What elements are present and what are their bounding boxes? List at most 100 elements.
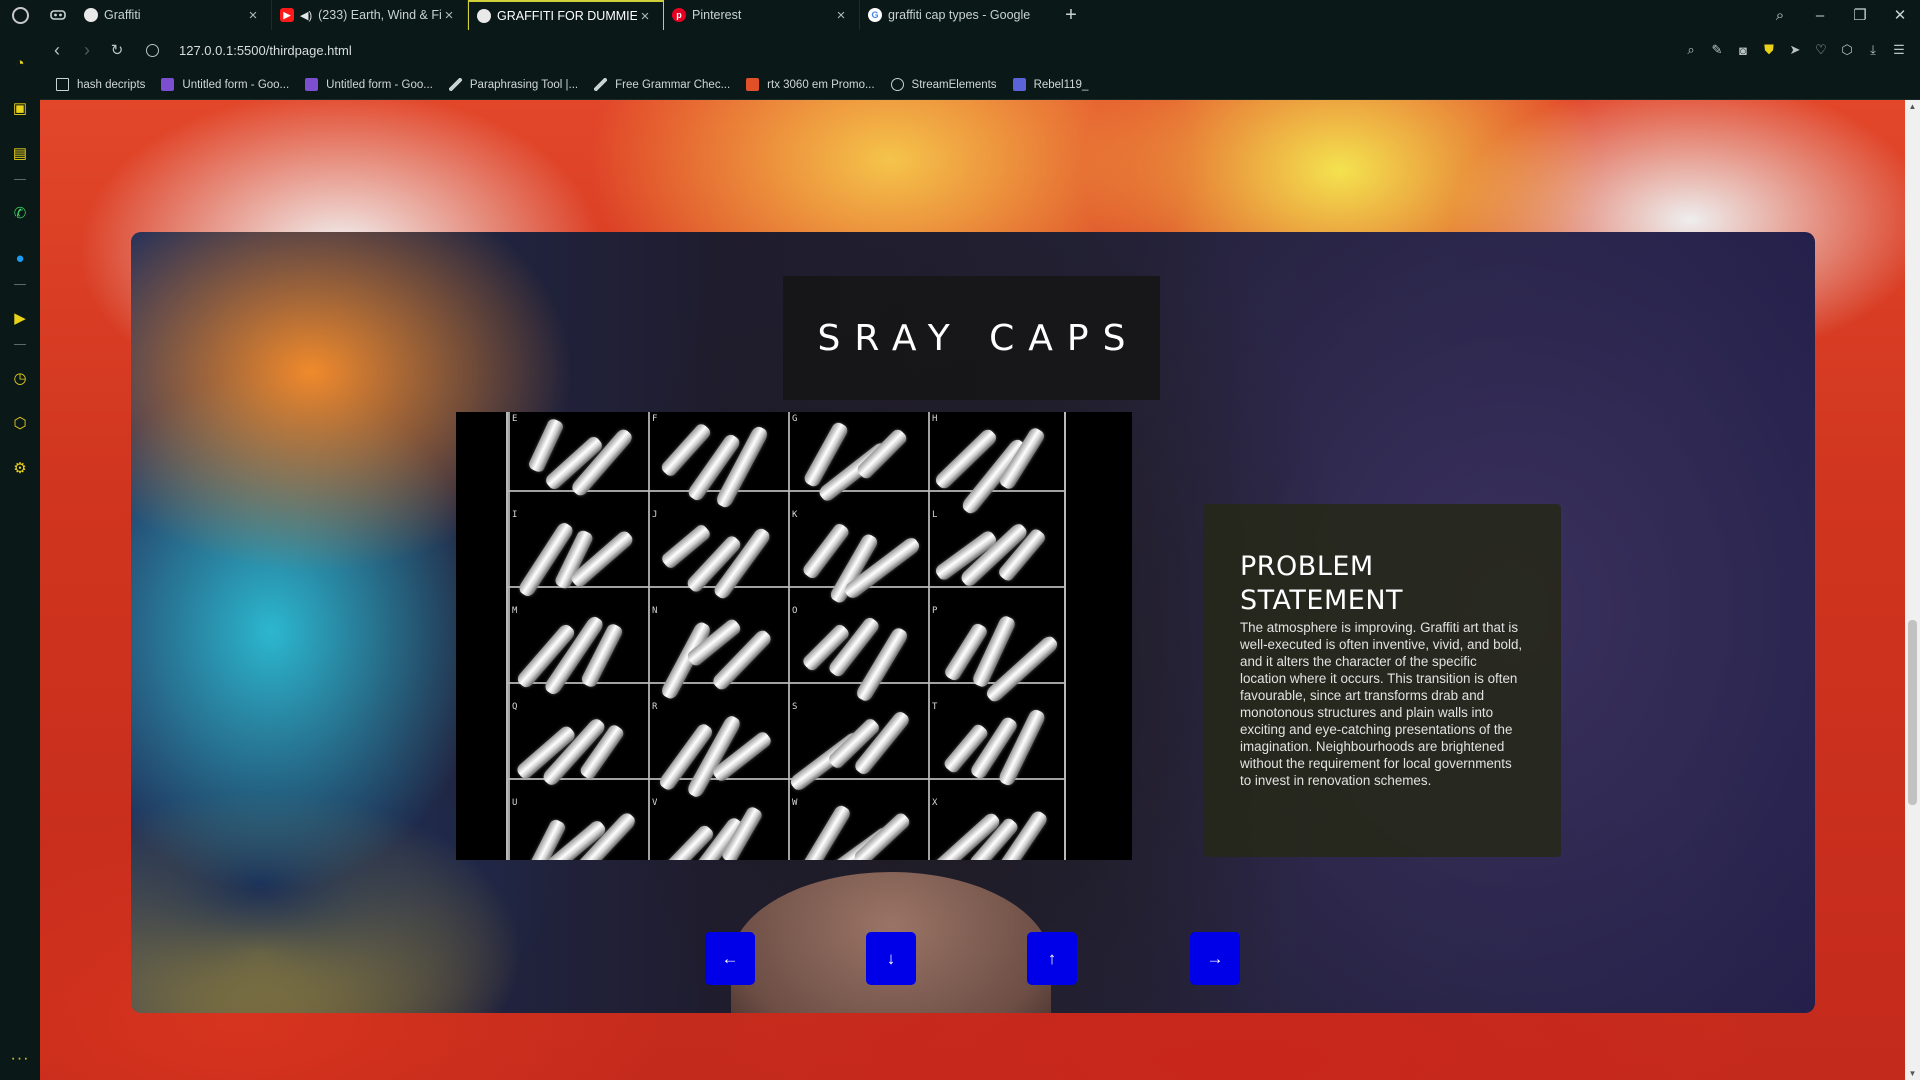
grid-cell-letter: G — [792, 414, 798, 424]
globe-icon — [84, 8, 98, 22]
url-text: 127.0.0.1:5500/thirdpage.html — [179, 42, 352, 58]
forward-icon[interactable]: › — [72, 35, 102, 65]
back-icon[interactable]: ‹ — [42, 35, 72, 65]
heart-icon[interactable]: ♡ — [1810, 39, 1832, 61]
tab-title: Graffiti — [104, 8, 141, 22]
bookmark-label: Rebel119_ — [1033, 78, 1089, 91]
tab-google[interactable]: G graffiti cap types - Google — [860, 0, 1056, 30]
window-controls: ⌕ – ❐ ✕ — [1760, 0, 1920, 30]
grid-cell-letter: E — [512, 414, 518, 424]
bookmarks-bar: hash decripts Untitled form - Goo... Unt… — [40, 70, 1920, 100]
grid-cell-letter: W — [792, 798, 798, 808]
extensions-icon[interactable]: ⬡ — [8, 411, 32, 435]
sidebar-divider — [14, 179, 26, 180]
shopping-icon[interactable]: ▣ — [8, 96, 32, 120]
camera-icon[interactable]: ◙ — [1732, 39, 1754, 61]
url-field[interactable]: 127.0.0.1:5500/thirdpage.html — [146, 43, 352, 58]
search-tabs-icon[interactable]: ⌕ — [1760, 7, 1800, 24]
close-icon[interactable]: × — [245, 7, 261, 24]
grid-cell-letter: V — [652, 798, 658, 808]
speaker-icon[interactable]: ◀) — [300, 9, 312, 22]
close-window-icon[interactable]: ✕ — [1880, 6, 1920, 24]
bookmark-hash-decripts[interactable]: hash decripts — [56, 78, 145, 91]
browser-sidebar: ◔ ▣ ▤ ✆ ● ▶ ◷ ⬡ ⚙ ··· — [0, 30, 40, 1080]
tab-bar: Graffiti × ▶ ◀) (233) Earth, Wind & Fire… — [0, 0, 1920, 30]
twitter-icon[interactable]: ● — [8, 246, 32, 270]
speed-dial-icon[interactable]: ◔ — [8, 51, 32, 75]
box-icon[interactable]: ⬡ — [1836, 39, 1858, 61]
youtube-icon: ▶ — [280, 8, 294, 22]
settings-icon[interactable]: ⚙ — [8, 456, 32, 480]
streamelements-icon — [890, 78, 904, 91]
grid-cell-letter: Q — [512, 702, 518, 712]
easy-setup-icon[interactable]: ☰ — [1888, 39, 1910, 61]
bookmark-label: rtx 3060 em Promo... — [767, 78, 875, 91]
tab-earth-wind-fire[interactable]: ▶ ◀) (233) Earth, Wind & Fire × — [272, 0, 468, 30]
grid-cell-letter: H — [932, 414, 938, 424]
bookmark-rebel119[interactable]: Rebel119_ — [1012, 78, 1089, 91]
reload-icon[interactable]: ↻ — [102, 35, 132, 65]
close-icon[interactable]: × — [441, 7, 457, 24]
scroll-up-arrow-icon[interactable]: ▲ — [1905, 102, 1920, 111]
player-icon[interactable]: ▶ — [8, 306, 32, 330]
forms-icon — [161, 78, 175, 91]
grid-cell-letter: L — [932, 510, 938, 520]
history-icon[interactable]: ◷ — [8, 366, 32, 390]
calligraphy-stroke — [799, 803, 853, 860]
bookmark-untitled-form-2[interactable]: Untitled form - Goo... — [305, 78, 433, 91]
scrollbar[interactable]: ▲ ▼ — [1905, 100, 1920, 1080]
close-icon[interactable]: × — [637, 8, 653, 25]
tab-graffiti-for-dummies[interactable]: GRAFFITI FOR DUMMIES × — [468, 0, 664, 30]
vpn-shield-icon[interactable]: ⛊ — [1758, 39, 1780, 61]
bookmark-rtx-3060[interactable]: rtx 3060 em Promo... — [746, 78, 875, 91]
restore-icon[interactable]: ❐ — [1840, 6, 1880, 24]
problem-statement-box: PROBLEM STATEMENT The atmosphere is impr… — [1203, 504, 1561, 857]
tab-title: (233) Earth, Wind & Fire — [318, 8, 441, 22]
problem-text: The atmosphere is improving. Graffiti ar… — [1240, 620, 1523, 788]
google-icon: G — [868, 8, 882, 22]
bookmark-paraphrasing-tool[interactable]: Paraphrasing Tool |... — [448, 78, 578, 91]
twitch-icon[interactable]: ▤ — [8, 141, 32, 165]
browser-logo-icon[interactable] — [0, 0, 40, 30]
minimize-icon[interactable]: – — [1800, 7, 1840, 24]
whatsapp-icon[interactable]: ✆ — [8, 201, 32, 225]
tab-graffiti[interactable]: Graffiti × — [76, 0, 272, 30]
folder-icon — [56, 78, 69, 91]
site-info-icon[interactable] — [146, 43, 159, 57]
tab-pinterest[interactable]: p Pinterest × — [664, 0, 860, 30]
download-icon[interactable]: ⤓ — [1862, 39, 1884, 61]
next-button[interactable]: → — [1190, 932, 1240, 985]
calligraphy-stroke — [659, 620, 713, 701]
scroll-down-arrow-icon[interactable]: ▼ — [1905, 1069, 1920, 1078]
prev-button[interactable]: ← — [705, 932, 755, 985]
send-icon[interactable]: ➤ — [1784, 39, 1806, 61]
more-icon[interactable]: ··· — [11, 1050, 30, 1068]
edit-icon[interactable]: ✎ — [1706, 39, 1728, 61]
bookmark-label: Untitled form - Goo... — [182, 78, 290, 91]
arrow-down-icon: ↓ — [886, 948, 896, 968]
new-tab-button[interactable]: + — [1056, 0, 1086, 30]
forms-icon — [305, 78, 319, 91]
address-bar: ‹ › ↻ 127.0.0.1:5500/thirdpage.html ⌕ ✎ … — [40, 30, 1920, 70]
globe-icon — [477, 9, 491, 23]
down-button[interactable]: ↓ — [866, 932, 916, 985]
bookmark-streamelements[interactable]: StreamElements — [890, 78, 997, 91]
tab-title: Pinterest — [692, 8, 742, 22]
grid-cell-letter: F — [652, 414, 658, 424]
arrow-up-icon: ↑ — [1047, 948, 1057, 968]
bookmark-label: Free Grammar Chec... — [615, 78, 731, 91]
bookmark-untitled-form-1[interactable]: Untitled form - Goo... — [161, 78, 289, 91]
search-page-icon[interactable]: ⌕ — [1680, 39, 1702, 61]
sidebar-divider — [14, 344, 26, 345]
toolbar-icons: ⌕ ✎ ◙ ⛊ ➤ ♡ ⬡ ⤓ ☰ — [1680, 39, 1920, 61]
close-icon[interactable]: × — [833, 7, 849, 24]
grid-cell-letter: X — [932, 798, 938, 808]
up-button[interactable]: ↑ — [1027, 932, 1077, 985]
profile-icon — [1012, 78, 1026, 91]
letters-image: E F G H I J K L M N O P Q R S T U V W X — [456, 412, 1132, 860]
scrollbar-thumb[interactable] — [1908, 620, 1917, 805]
bookmark-free-grammar-checker[interactable]: Free Grammar Chec... — [594, 78, 730, 91]
grid-cell-letter: O — [792, 606, 798, 616]
workspaces-icon[interactable] — [40, 0, 76, 30]
letter-grid: E F G H I J K L M N O P Q R S T U V W X — [506, 412, 1066, 860]
